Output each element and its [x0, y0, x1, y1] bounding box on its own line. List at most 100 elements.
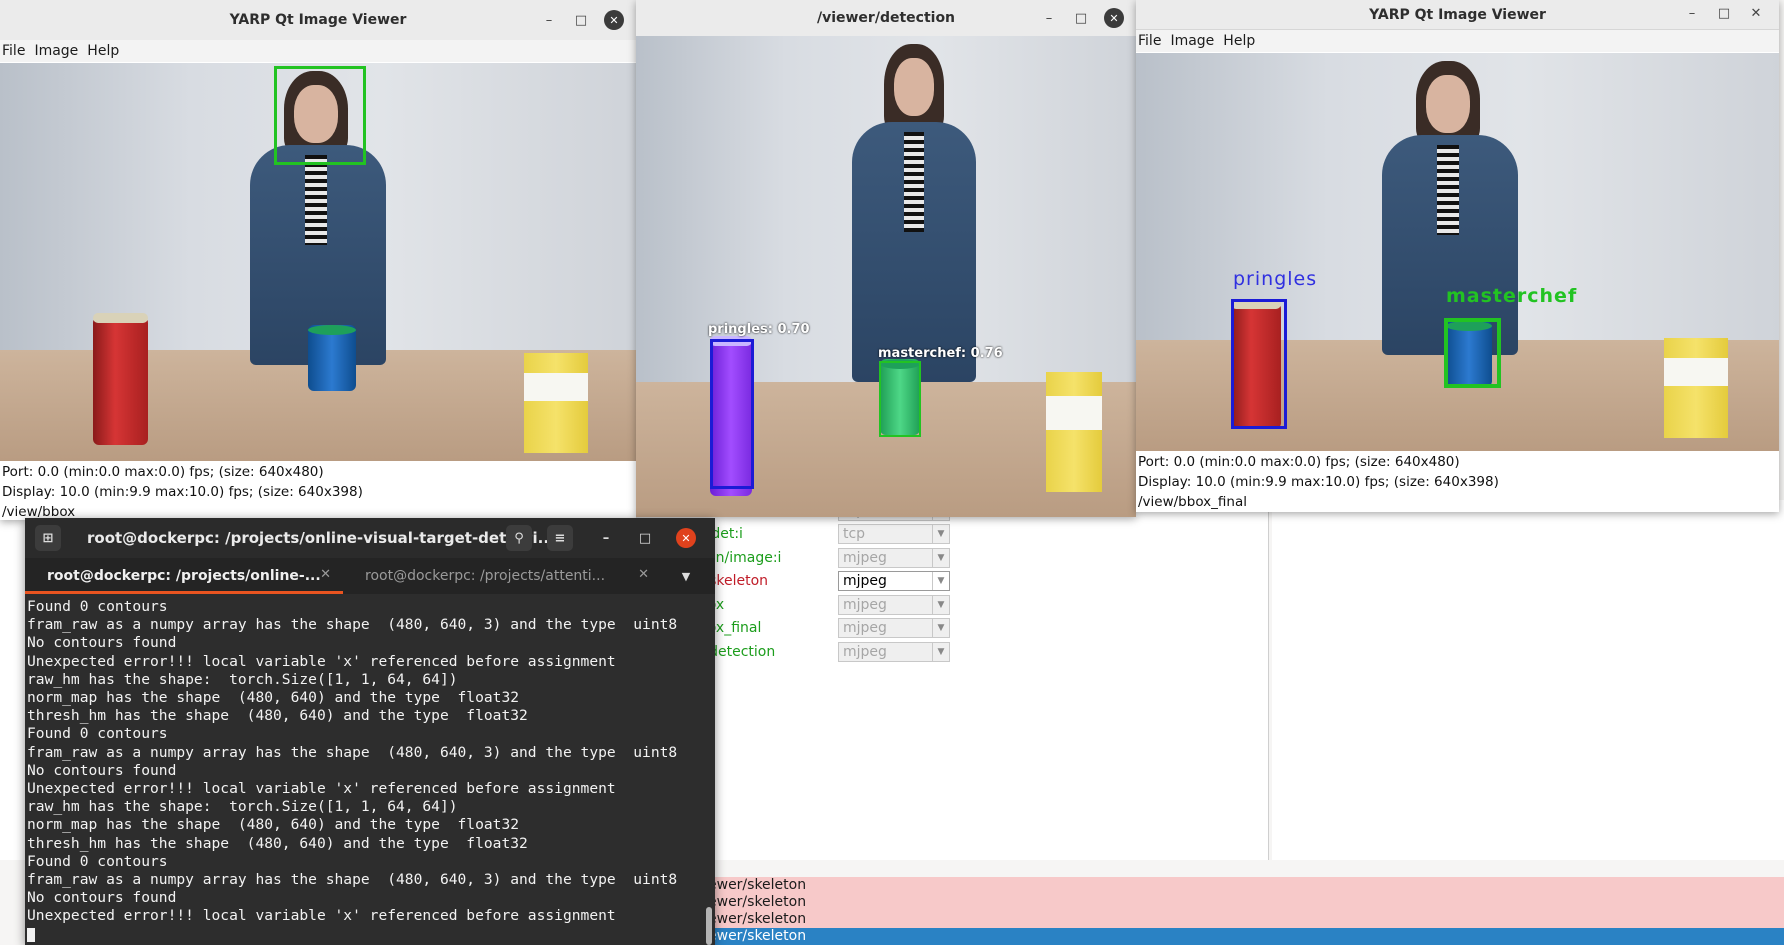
log-entry[interactable]: ewer/skeleton [700, 894, 1784, 911]
carrier-value: mjpeg [843, 643, 887, 660]
tabs-dropdown-icon[interactable]: ▼ [661, 558, 711, 594]
close-tab-icon[interactable]: ✕ [638, 567, 649, 582]
carrier-value: mjpeg [843, 596, 887, 613]
tab-label: root@dockerpc: /projects/attenti... [365, 568, 606, 584]
menu-file[interactable]: File [0, 43, 32, 59]
terminal-line: Found 0 contours [27, 852, 168, 870]
maximize-button[interactable]: □ [572, 11, 590, 29]
terminal-line: fram_raw as a numpy array has the shape … [27, 743, 678, 761]
terminal-window: ⊞ root@dockerpc: /projects/online-visual… [25, 518, 715, 945]
minimize-button[interactable]: – [1040, 9, 1058, 27]
terminal-line: Unexpected error!!! local variable 'x' r… [27, 652, 616, 670]
close-button[interactable]: ✕ [604, 10, 624, 30]
side-panel [1272, 500, 1784, 860]
close-tab-icon[interactable]: ✕ [320, 567, 331, 582]
menu-image[interactable]: Image [32, 43, 85, 59]
menubar: File Image Help [0, 40, 636, 62]
terminal-tabs: root@dockerpc: /projects/online-... ✕ ro… [25, 558, 715, 594]
carrier-value: tcp [843, 526, 866, 542]
log-entry[interactable]: ewer/skeleton [700, 911, 1784, 928]
terminal-title: root@dockerpc: /projects/online-visual-t… [87, 529, 555, 547]
connection-row[interactable]: bboxmjpeg▼ [690, 594, 950, 616]
minimize-button[interactable]: – [1683, 4, 1701, 22]
terminal-line: fram_raw as a numpy array has the shape … [27, 616, 678, 634]
minimize-button[interactable]: – [540, 11, 558, 29]
close-button[interactable]: ✕ [676, 528, 696, 548]
carrier-select[interactable]: mjpeg ▼ [838, 618, 950, 638]
pringles-bounding-box [1231, 299, 1287, 429]
chevron-down-icon: ▼ [932, 525, 949, 543]
connection-row[interactable]: er/detection mjpeg ▼ [690, 641, 950, 663]
minimize-button[interactable]: – [597, 529, 615, 547]
connection-row[interactable]: objdet:i tcp ▼ [690, 523, 950, 545]
carrier-select[interactable]: tcp ▼ [838, 524, 950, 544]
pringles-score-label: pringles: 0.70 [708, 322, 810, 337]
detection-image: pringles: 0.70 masterchef: 0.76 [636, 36, 1136, 517]
tab-attention[interactable]: root@dockerpc: /projects/attenti... ✕ [343, 558, 661, 594]
domino-box [1664, 338, 1728, 438]
log-entry[interactable]: ewer/skeleton [700, 928, 1784, 945]
terminal-line: thresh_hm has the shape (480, 640) and t… [27, 707, 528, 725]
carrier-value: mjpeg [843, 549, 887, 566]
masterchef-detection-box [879, 361, 921, 437]
tab-label: root@dockerpc: /projects/online-... [47, 568, 321, 584]
window-controls: – □ ✕ [540, 0, 624, 40]
menubar: File Image Help [1136, 30, 1779, 52]
menu-help[interactable]: Help [1221, 33, 1262, 49]
menu-file[interactable]: File [1136, 33, 1168, 49]
masterchef-score-label: masterchef: 0.76 [878, 346, 1003, 361]
tab-online-visual[interactable]: root@dockerpc: /projects/online-... ✕ [25, 558, 343, 594]
pringles-detection-box [710, 339, 754, 489]
connection-row[interactable]: bbox_final mjpeg ▼ [690, 617, 950, 639]
detection-viewer-window: /viewer/detection – □ ✕ pringles: 0.70 m… [636, 0, 1136, 517]
close-button[interactable]: ✕ [1104, 8, 1124, 28]
window-title: YARP Qt Image Viewer [229, 12, 407, 28]
maximize-button[interactable]: □ [1072, 9, 1090, 27]
carrier-value: mjpeg [843, 573, 887, 589]
menu-help[interactable]: Help [85, 43, 126, 59]
terminal-line: raw_hm has the shape: torch.Size([1, 1, … [27, 798, 458, 816]
terminal-cursor [27, 927, 35, 942]
carrier-select[interactable]: mjpeg ▼ [838, 594, 950, 615]
terminal-line: Found 0 contours [27, 598, 168, 615]
terminal-titlebar: ⊞ root@dockerpc: /projects/online-visual… [25, 518, 715, 558]
window-controls: – □ ✕ [1683, 0, 1765, 26]
terminal-line: Unexpected error!!! local variable 'x' r… [27, 780, 616, 798]
domino-box [524, 353, 588, 453]
log-entry[interactable]: ewer/skeleton [700, 877, 1784, 894]
maximize-button[interactable]: □ [1715, 4, 1733, 22]
terminal-output[interactable]: Found 0 contours fram_raw as a numpy arra… [27, 598, 701, 945]
window-title: /viewer/detection [816, 10, 956, 26]
terminal-scrollbar[interactable] [706, 598, 712, 945]
terminal-line: norm_map has the shape (480, 640) and th… [27, 689, 520, 707]
domino-box [1046, 372, 1102, 492]
terminal-line: Unexpected error!!! local variable 'x' r… [27, 907, 616, 925]
chevron-down-icon: ▼ [932, 642, 949, 661]
carrier-select[interactable]: mjpeg ▼ [838, 641, 950, 662]
terminal-line: No contours found [27, 634, 177, 652]
connection-row[interactable]: er/skeleton mjpeg ▼ [690, 570, 950, 592]
status-port: Port: 0.0 (min:0.0 max:0.0) fps; (size: … [2, 464, 324, 480]
menu-image[interactable]: Image [1168, 33, 1221, 49]
status-port: Port: 0.0 (min:0.0 max:0.0) fps; (size: … [1138, 454, 1460, 470]
hamburger-menu-icon[interactable]: ≡ [547, 525, 573, 551]
close-button[interactable]: ✕ [1747, 4, 1765, 22]
person-figure [846, 36, 986, 382]
terminal-line: norm_map has the shape (480, 640) and th… [27, 816, 520, 834]
connection-row[interactable]: ction/image:i mjpeg ▼ [690, 547, 950, 569]
chevron-down-icon: ▼ [932, 548, 949, 567]
image-viewer-bbox-window: YARP Qt Image Viewer – □ ✕ File Image He… [0, 0, 636, 520]
search-icon[interactable]: ⚲ [506, 525, 532, 551]
status-display: Display: 10.0 (min:9.9 max:10.0) fps; (s… [2, 484, 363, 500]
pringles-label: pringles [1233, 268, 1318, 290]
masterchef-bounding-box [1444, 318, 1501, 388]
terminal-line: Found 0 contours [27, 725, 168, 743]
window-controls: – □ ✕ [1040, 0, 1124, 36]
terminal-line: thresh_hm has the shape (480, 640) and t… [27, 834, 528, 852]
new-tab-button[interactable]: ⊞ [35, 525, 61, 551]
terminal-line: fram_raw as a numpy array has the shape … [27, 871, 678, 889]
carrier-select[interactable]: mjpeg ▼ [838, 547, 950, 568]
carrier-select[interactable]: mjpeg ▼ [838, 571, 950, 591]
masterchef-label: masterchef [1446, 285, 1578, 307]
maximize-button[interactable]: □ [636, 529, 654, 547]
